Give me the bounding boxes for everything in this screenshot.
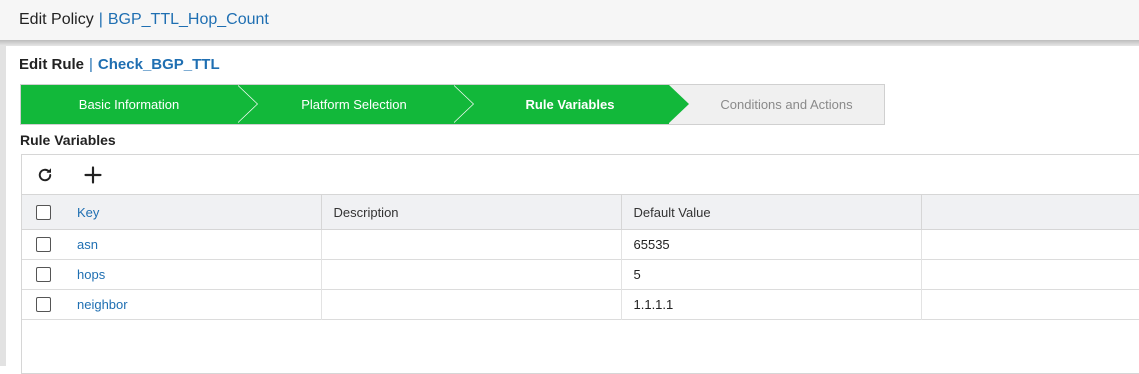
- wizard-step-conditions-and-actions[interactable]: Conditions and Actions: [669, 85, 884, 124]
- rule-label: Edit Rule: [19, 56, 85, 73]
- row-checkbox[interactable]: [36, 267, 51, 282]
- rule-name: Check_BGP_TTL: [97, 56, 220, 73]
- select-all-cell: [22, 194, 77, 230]
- row-default-value: 1.1.1.1: [621, 289, 922, 320]
- policy-separator: |: [98, 11, 103, 28]
- wizard-step-rule-variables[interactable]: Rule Variables: [453, 85, 689, 124]
- table-row[interactable]: asn 65535: [22, 229, 1139, 260]
- variables-table: Key Description Default Value asn 65535 …: [22, 194, 1139, 320]
- row-description: [321, 289, 622, 320]
- column-header-description[interactable]: Description: [321, 194, 622, 230]
- step-arrow: [237, 85, 257, 123]
- wizard-step-label: Conditions and Actions: [720, 97, 853, 112]
- step-arrow: [453, 85, 473, 123]
- wizard-step-basic-information[interactable]: Basic Information: [21, 85, 258, 124]
- row-select-cell: [22, 230, 77, 260]
- grid-toolbar: [22, 155, 1139, 194]
- column-header-default-value[interactable]: Default Value: [621, 194, 922, 230]
- select-all-checkbox[interactable]: [36, 204, 51, 220]
- refresh-button[interactable]: [34, 164, 56, 186]
- row-extra-cell: [921, 230, 1139, 260]
- wizard-steps: Basic Information Platform Selection Rul…: [20, 84, 885, 125]
- wizard-step-label: Basic Information: [78, 97, 180, 112]
- row-select-cell: [22, 290, 77, 320]
- refresh-icon: [38, 167, 52, 181]
- step-arrow: [669, 85, 689, 123]
- row-checkbox[interactable]: [36, 237, 51, 252]
- add-variable-button[interactable]: [82, 164, 104, 186]
- rule-separator: |: [89, 56, 93, 73]
- policy-name: BGP_TTL_Hop_Count: [107, 11, 269, 28]
- row-key[interactable]: asn: [77, 229, 322, 260]
- table-row[interactable]: neighbor 1.1.1.1: [22, 289, 1139, 320]
- rule-variables-grid: Key Description Default Value asn 65535 …: [21, 154, 1139, 374]
- row-extra-cell: [921, 260, 1139, 290]
- row-description: [321, 229, 622, 260]
- row-extra-cell: [921, 290, 1139, 320]
- row-checkbox[interactable]: [36, 297, 51, 312]
- column-header-key[interactable]: Key: [77, 194, 322, 230]
- policy-label: Edit Policy: [19, 11, 94, 28]
- section-title: Rule Variables: [20, 132, 116, 148]
- row-default-value: 5: [621, 259, 922, 290]
- row-default-value: 65535: [621, 229, 922, 260]
- table-header-row: Key Description Default Value: [22, 194, 1139, 230]
- row-key[interactable]: neighbor: [77, 289, 322, 320]
- policy-header: Edit Policy | BGP_TTL_Hop_Count: [0, 0, 1139, 40]
- wizard-step-label: Platform Selection: [301, 97, 407, 112]
- table-row[interactable]: hops 5: [22, 259, 1139, 290]
- wizard-step-label: Rule Variables: [525, 97, 615, 112]
- row-select-cell: [22, 260, 77, 290]
- row-description: [321, 259, 622, 290]
- plus-icon: [84, 165, 102, 184]
- row-key[interactable]: hops: [77, 259, 322, 290]
- column-header-extra: [921, 194, 1139, 230]
- edit-rule-title: Edit Rule | Check_BGP_TTL: [19, 56, 220, 73]
- edit-rule-panel: Edit Rule | Check_BGP_TTL Basic Informat…: [6, 46, 1139, 374]
- wizard-step-platform-selection[interactable]: Platform Selection: [237, 85, 474, 124]
